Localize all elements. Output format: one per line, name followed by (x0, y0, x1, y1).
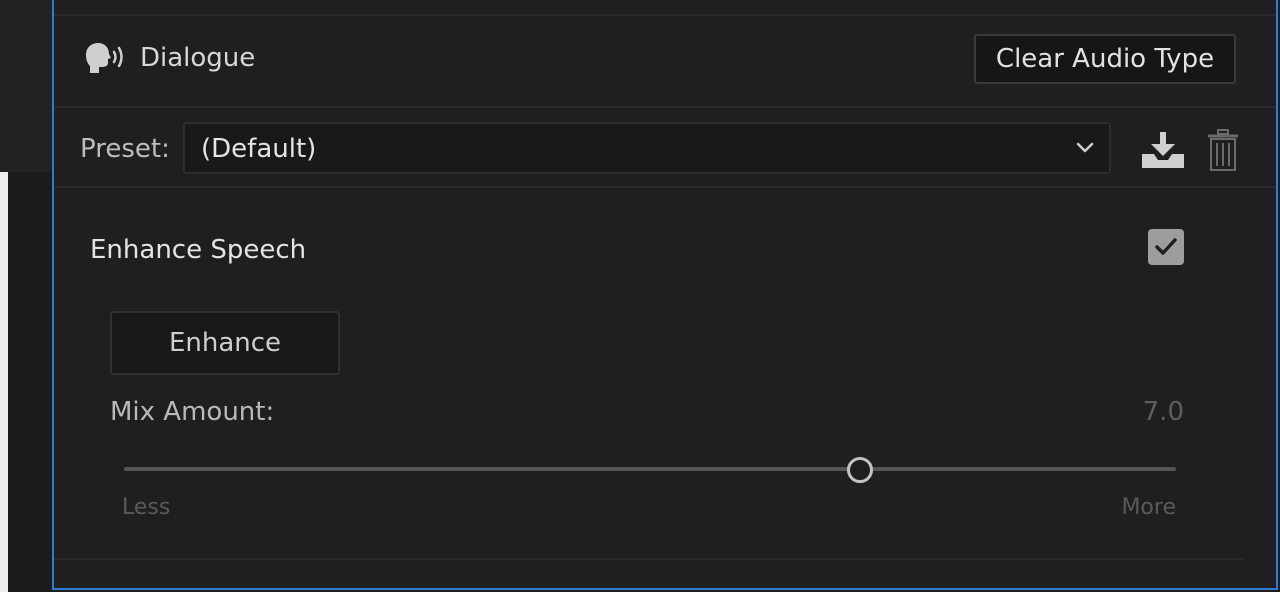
left-panel-content (0, 172, 8, 592)
save-preset-icon[interactable] (1140, 130, 1186, 170)
mix-amount-value: 7.0 (1142, 397, 1184, 427)
preset-dropdown[interactable]: (Default) (183, 122, 1111, 174)
section-title: Dialogue (140, 43, 256, 73)
bottom-divider (54, 558, 1244, 560)
mix-amount-slider-track[interactable] (124, 467, 1176, 471)
essential-sound-panel: Dialogue Clear Audio Type Preset: (Defau… (52, 0, 1278, 590)
enhance-button[interactable]: Enhance (110, 311, 340, 375)
preset-value: (Default) (201, 134, 317, 164)
trash-icon[interactable] (1206, 128, 1240, 172)
slider-min-label: Less (122, 495, 171, 520)
top-divider (54, 14, 1276, 16)
enhance-speech-checkbox[interactable] (1148, 229, 1184, 265)
header-divider (54, 106, 1276, 108)
slider-max-label: More (1121, 495, 1176, 520)
mix-amount-slider-thumb[interactable] (847, 457, 874, 483)
preset-divider (54, 186, 1276, 188)
clear-audio-type-button[interactable]: Clear Audio Type (974, 34, 1236, 84)
checkmark-icon (1155, 238, 1177, 255)
enhance-speech-title: Enhance Speech (90, 235, 307, 265)
left-panel-gutter (8, 172, 52, 592)
mix-amount-label: Mix Amount: (110, 397, 275, 427)
preset-label: Preset: (80, 134, 170, 164)
speaking-head-icon (86, 43, 123, 73)
chevron-down-icon (1076, 142, 1094, 153)
left-panel-area (0, 0, 52, 172)
